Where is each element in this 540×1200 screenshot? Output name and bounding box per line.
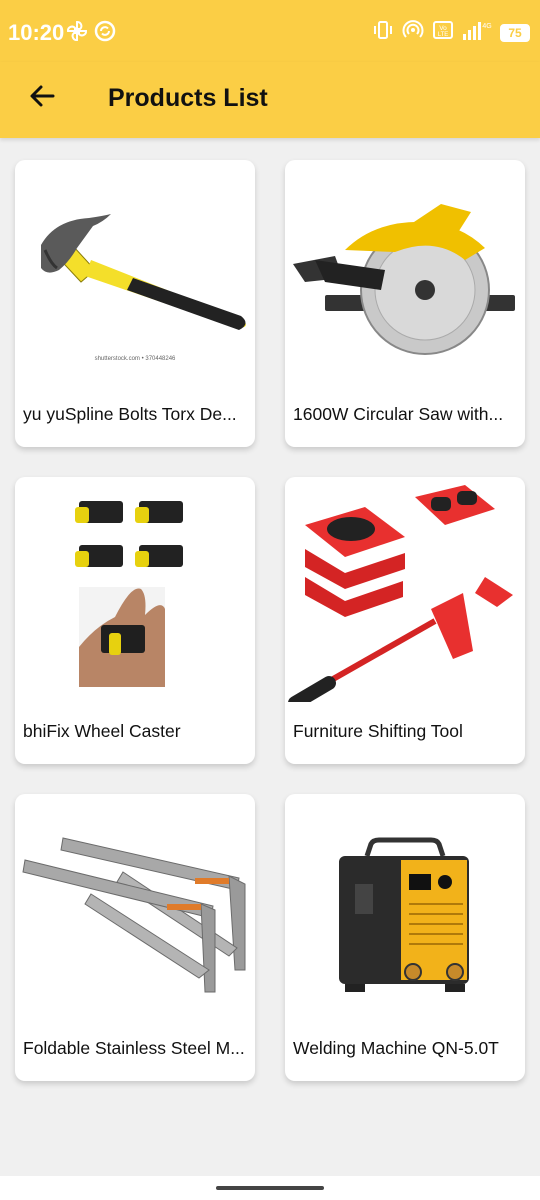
wheel-caster-image: [15, 477, 255, 702]
product-card[interactable]: bhiFix Wheel Caster: [15, 477, 255, 764]
image-caption: shutterstock.com • 370448246: [95, 356, 176, 362]
hammer-image: shutterstock.com • 370448246: [15, 160, 255, 385]
product-title: yu yuSpline Bolts Torx De...: [23, 404, 237, 424]
svg-text:Vo: Vo: [439, 25, 447, 32]
product-title: Foldable Stainless Steel M...: [23, 1038, 245, 1058]
svg-text:4G: 4G: [482, 23, 491, 30]
product-title: Welding Machine QN-5.0T: [293, 1038, 499, 1058]
product-card[interactable]: Welding Machine QN-5.0T: [285, 794, 525, 1081]
volte-icon: Vo LTE: [432, 19, 454, 46]
battery-icon: 75: [500, 23, 530, 42]
fan-icon: [66, 20, 88, 47]
vibrate-icon: [372, 19, 394, 46]
product-grid: shutterstock.com • 370448246 yu yuSpline…: [15, 160, 525, 1081]
product-card[interactable]: Foldable Stainless Steel M...: [15, 794, 255, 1081]
status-time: 10:20: [8, 20, 65, 45]
welding-machine-image: [285, 794, 525, 1019]
product-title: bhiFix Wheel Caster: [23, 721, 181, 741]
page-title: Products List: [108, 84, 268, 112]
arrow-left-icon: [28, 82, 56, 115]
product-title: Furniture Shifting Tool: [293, 721, 463, 741]
status-bar: 10:20 Vo LTE 4G 75: [0, 0, 540, 62]
furniture-lifter-image: [285, 477, 525, 702]
svg-text:LTE: LTE: [438, 32, 449, 38]
circular-saw-image: [285, 160, 525, 385]
steel-bracket-image: [15, 794, 255, 1019]
home-indicator[interactable]: [216, 1186, 324, 1190]
signal-icon: 4G: [462, 19, 492, 46]
product-card[interactable]: Furniture Shifting Tool: [285, 477, 525, 764]
hotspot-icon: [402, 19, 424, 46]
product-card[interactable]: shutterstock.com • 370448246 yu yuSpline…: [15, 160, 255, 447]
back-button[interactable]: [24, 80, 60, 116]
product-title: 1600W Circular Saw with...: [293, 404, 504, 424]
sync-icon: [94, 20, 116, 47]
app-bar: Products List: [0, 62, 540, 138]
product-card[interactable]: 1600W Circular Saw with...: [285, 160, 525, 447]
